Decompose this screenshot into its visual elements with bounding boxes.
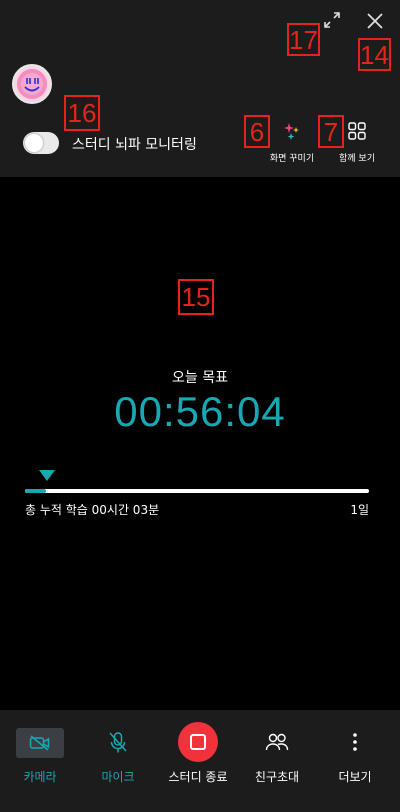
camera-off-icon [16, 728, 64, 758]
bottom-nav: 카메라 마이크 스터디 종료 친구초대 더보기 [0, 710, 400, 812]
badge-main: 15 [178, 279, 214, 315]
goal-label: 오늘 목표 [172, 370, 228, 386]
stop-icon [178, 722, 218, 762]
toggle-knob [25, 134, 43, 152]
avatar[interactable] [12, 64, 52, 104]
progress-fill [25, 489, 46, 493]
mic-off-icon [109, 731, 127, 759]
badge-together: 7 [318, 115, 344, 148]
fullscreen-icon[interactable] [322, 10, 342, 30]
badge-fullscreen: 17 [287, 23, 320, 56]
invite-friends-button[interactable]: 친구초대 [237, 710, 317, 812]
progress-marker [39, 470, 55, 481]
study-timer: 00:56:04 [114, 388, 286, 435]
together-label: 함께 보기 [339, 154, 375, 164]
more-vertical-icon [352, 732, 358, 756]
more-label: 더보기 [338, 770, 372, 784]
decorate-label: 화면 꾸미기 [269, 154, 315, 164]
mic-button[interactable]: 마이크 [78, 710, 158, 812]
badge-decorate: 6 [244, 115, 270, 148]
progress-bar [25, 489, 369, 493]
invite-label: 친구초대 [254, 770, 300, 784]
badge-monitoring: 16 [64, 95, 100, 131]
day-label: 1일 [350, 503, 369, 517]
end-study-button[interactable]: 스터디 종료 [158, 710, 238, 812]
more-button[interactable]: 더보기 [315, 710, 395, 812]
video-area [0, 177, 400, 710]
grid-icon [347, 121, 367, 141]
monitoring-toggle[interactable] [23, 132, 59, 154]
monitoring-label: 스터디 뇌파 모니터링 [72, 137, 197, 153]
camera-button[interactable]: 카메라 [0, 710, 80, 812]
friends-icon [265, 732, 289, 756]
camera-label: 카메라 [23, 770, 57, 784]
close-icon[interactable] [365, 11, 385, 31]
total-study-label: 총 누적 학습 00시간 03분 [25, 503, 160, 517]
sparkle-icon [282, 121, 302, 141]
badge-close: 14 [358, 38, 391, 71]
end-study-label: 스터디 종료 [168, 770, 228, 784]
mic-label: 마이크 [101, 770, 135, 784]
